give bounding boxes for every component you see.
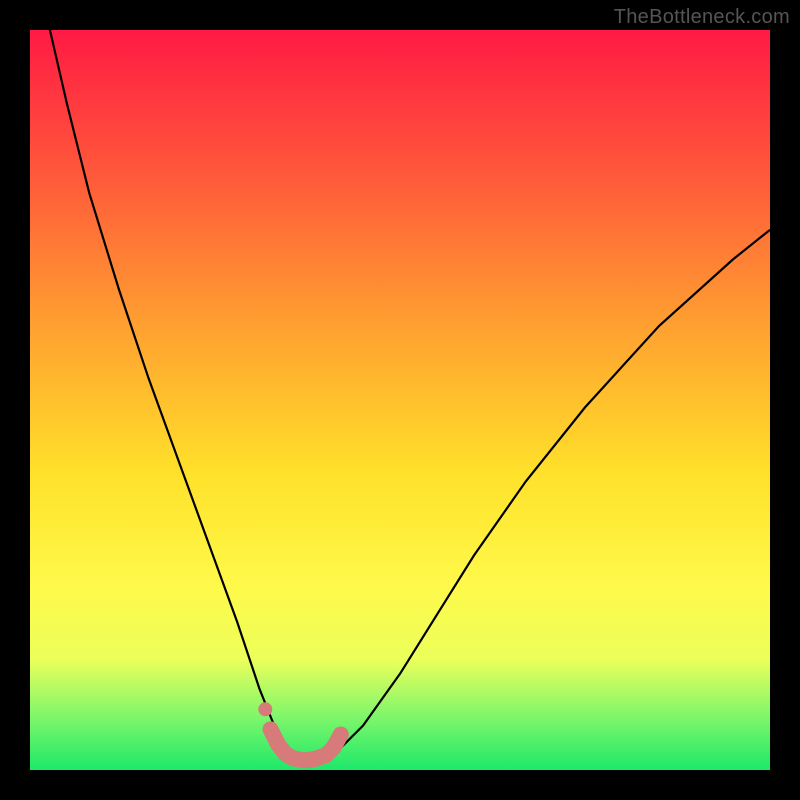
bottleneck-curve-svg (30, 30, 770, 770)
bottleneck-curve-path (45, 30, 770, 761)
highlight-band-path (271, 729, 341, 760)
watermark-label: TheBottleneck.com (614, 6, 790, 29)
highlight-dot (258, 702, 272, 716)
chart-plot-area (30, 30, 770, 770)
